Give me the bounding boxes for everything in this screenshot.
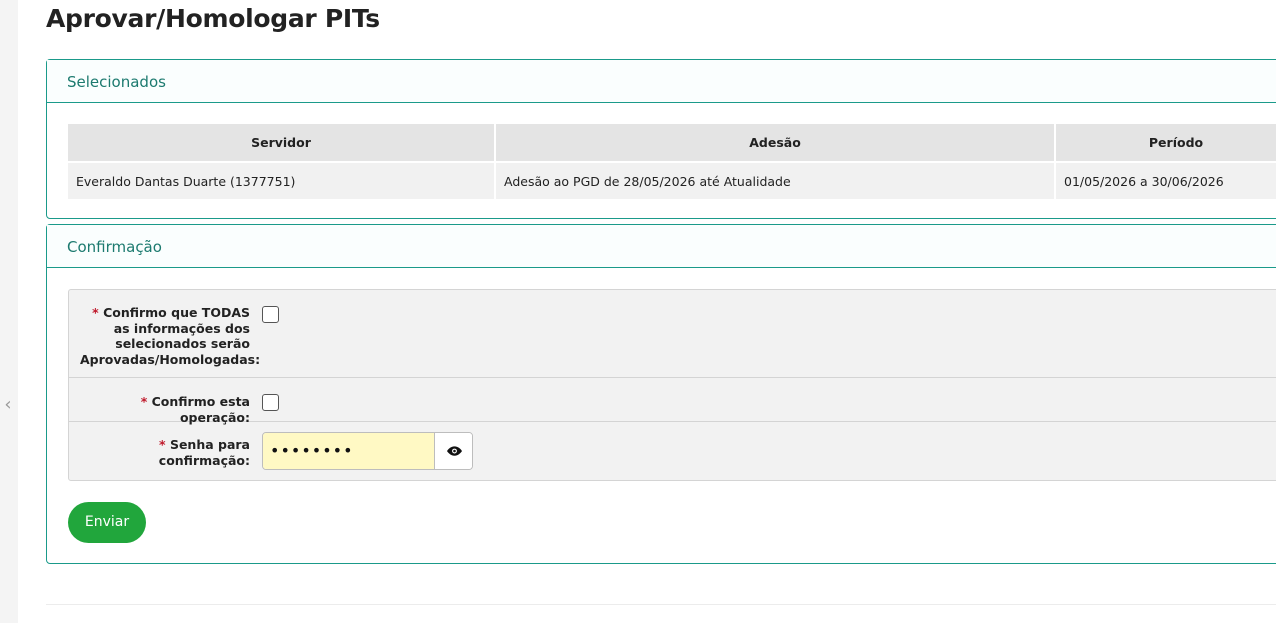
confirm-operation-label: * Confirmo esta operação: [80,394,250,425]
cell-periodo: 01/05/2026 a 30/06/2026 [1055,161,1276,199]
confirm-operation-text: Confirmo esta operação: [151,394,250,425]
password-field-group: •••••••• [262,432,473,470]
chevron-left-icon[interactable]: ‹ [2,395,14,415]
confirm-form: * Confirmo que TODAS as informações dos … [68,289,1276,481]
column-header-adesao[interactable]: Adesão [495,124,1056,162]
selected-panel-title: Selecionados [47,60,1276,103]
confirm-panel-title: Confirmação [47,225,1276,268]
divider [46,604,1276,605]
submit-button[interactable]: Enviar [68,502,146,543]
password-label: * Senha para confirmação: [80,437,250,468]
required-mark: * [92,305,99,320]
selected-panel: Selecionados Servidor Adesão Período Eve… [46,59,1276,219]
form-row-confirm-all: * Confirmo que TODAS as informações dos … [69,290,1276,378]
eye-icon [446,446,462,456]
selected-table: Servidor Adesão Período Everaldo Dantas … [68,124,1276,199]
cell-servidor: Everaldo Dantas Duarte (1377751) [68,161,496,199]
confirm-operation-checkbox[interactable] [262,394,279,411]
column-header-periodo[interactable]: Período [1055,124,1276,162]
confirm-panel: Confirmação * Confirmo que TODAS as info… [46,224,1276,564]
password-label-text: Senha para confirmação: [158,437,250,468]
form-row-password: * Senha para confirmação: •••••••• [69,422,1276,480]
page-title: Aprovar/Homologar PITs [46,4,380,33]
confirm-all-checkbox[interactable] [262,306,279,323]
show-password-button[interactable] [436,433,472,469]
confirm-all-label: * Confirmo que TODAS as informações dos … [80,305,260,367]
column-header-servidor[interactable]: Servidor [68,124,496,162]
password-input[interactable]: •••••••• [263,433,435,469]
required-mark: * [159,437,166,452]
cell-adesao: Adesão ao PGD de 28/05/2026 até Atualida… [495,161,1056,199]
left-rail: ‹ [0,0,18,623]
confirm-all-text: Confirmo que TODAS as informações dos se… [80,305,261,367]
table-row: Everaldo Dantas Duarte (1377751) Adesão … [68,161,1276,199]
required-mark: * [140,394,148,409]
form-row-confirm-operation: * Confirmo esta operação: [69,378,1276,425]
table-header-row: Servidor Adesão Período [68,124,1276,162]
